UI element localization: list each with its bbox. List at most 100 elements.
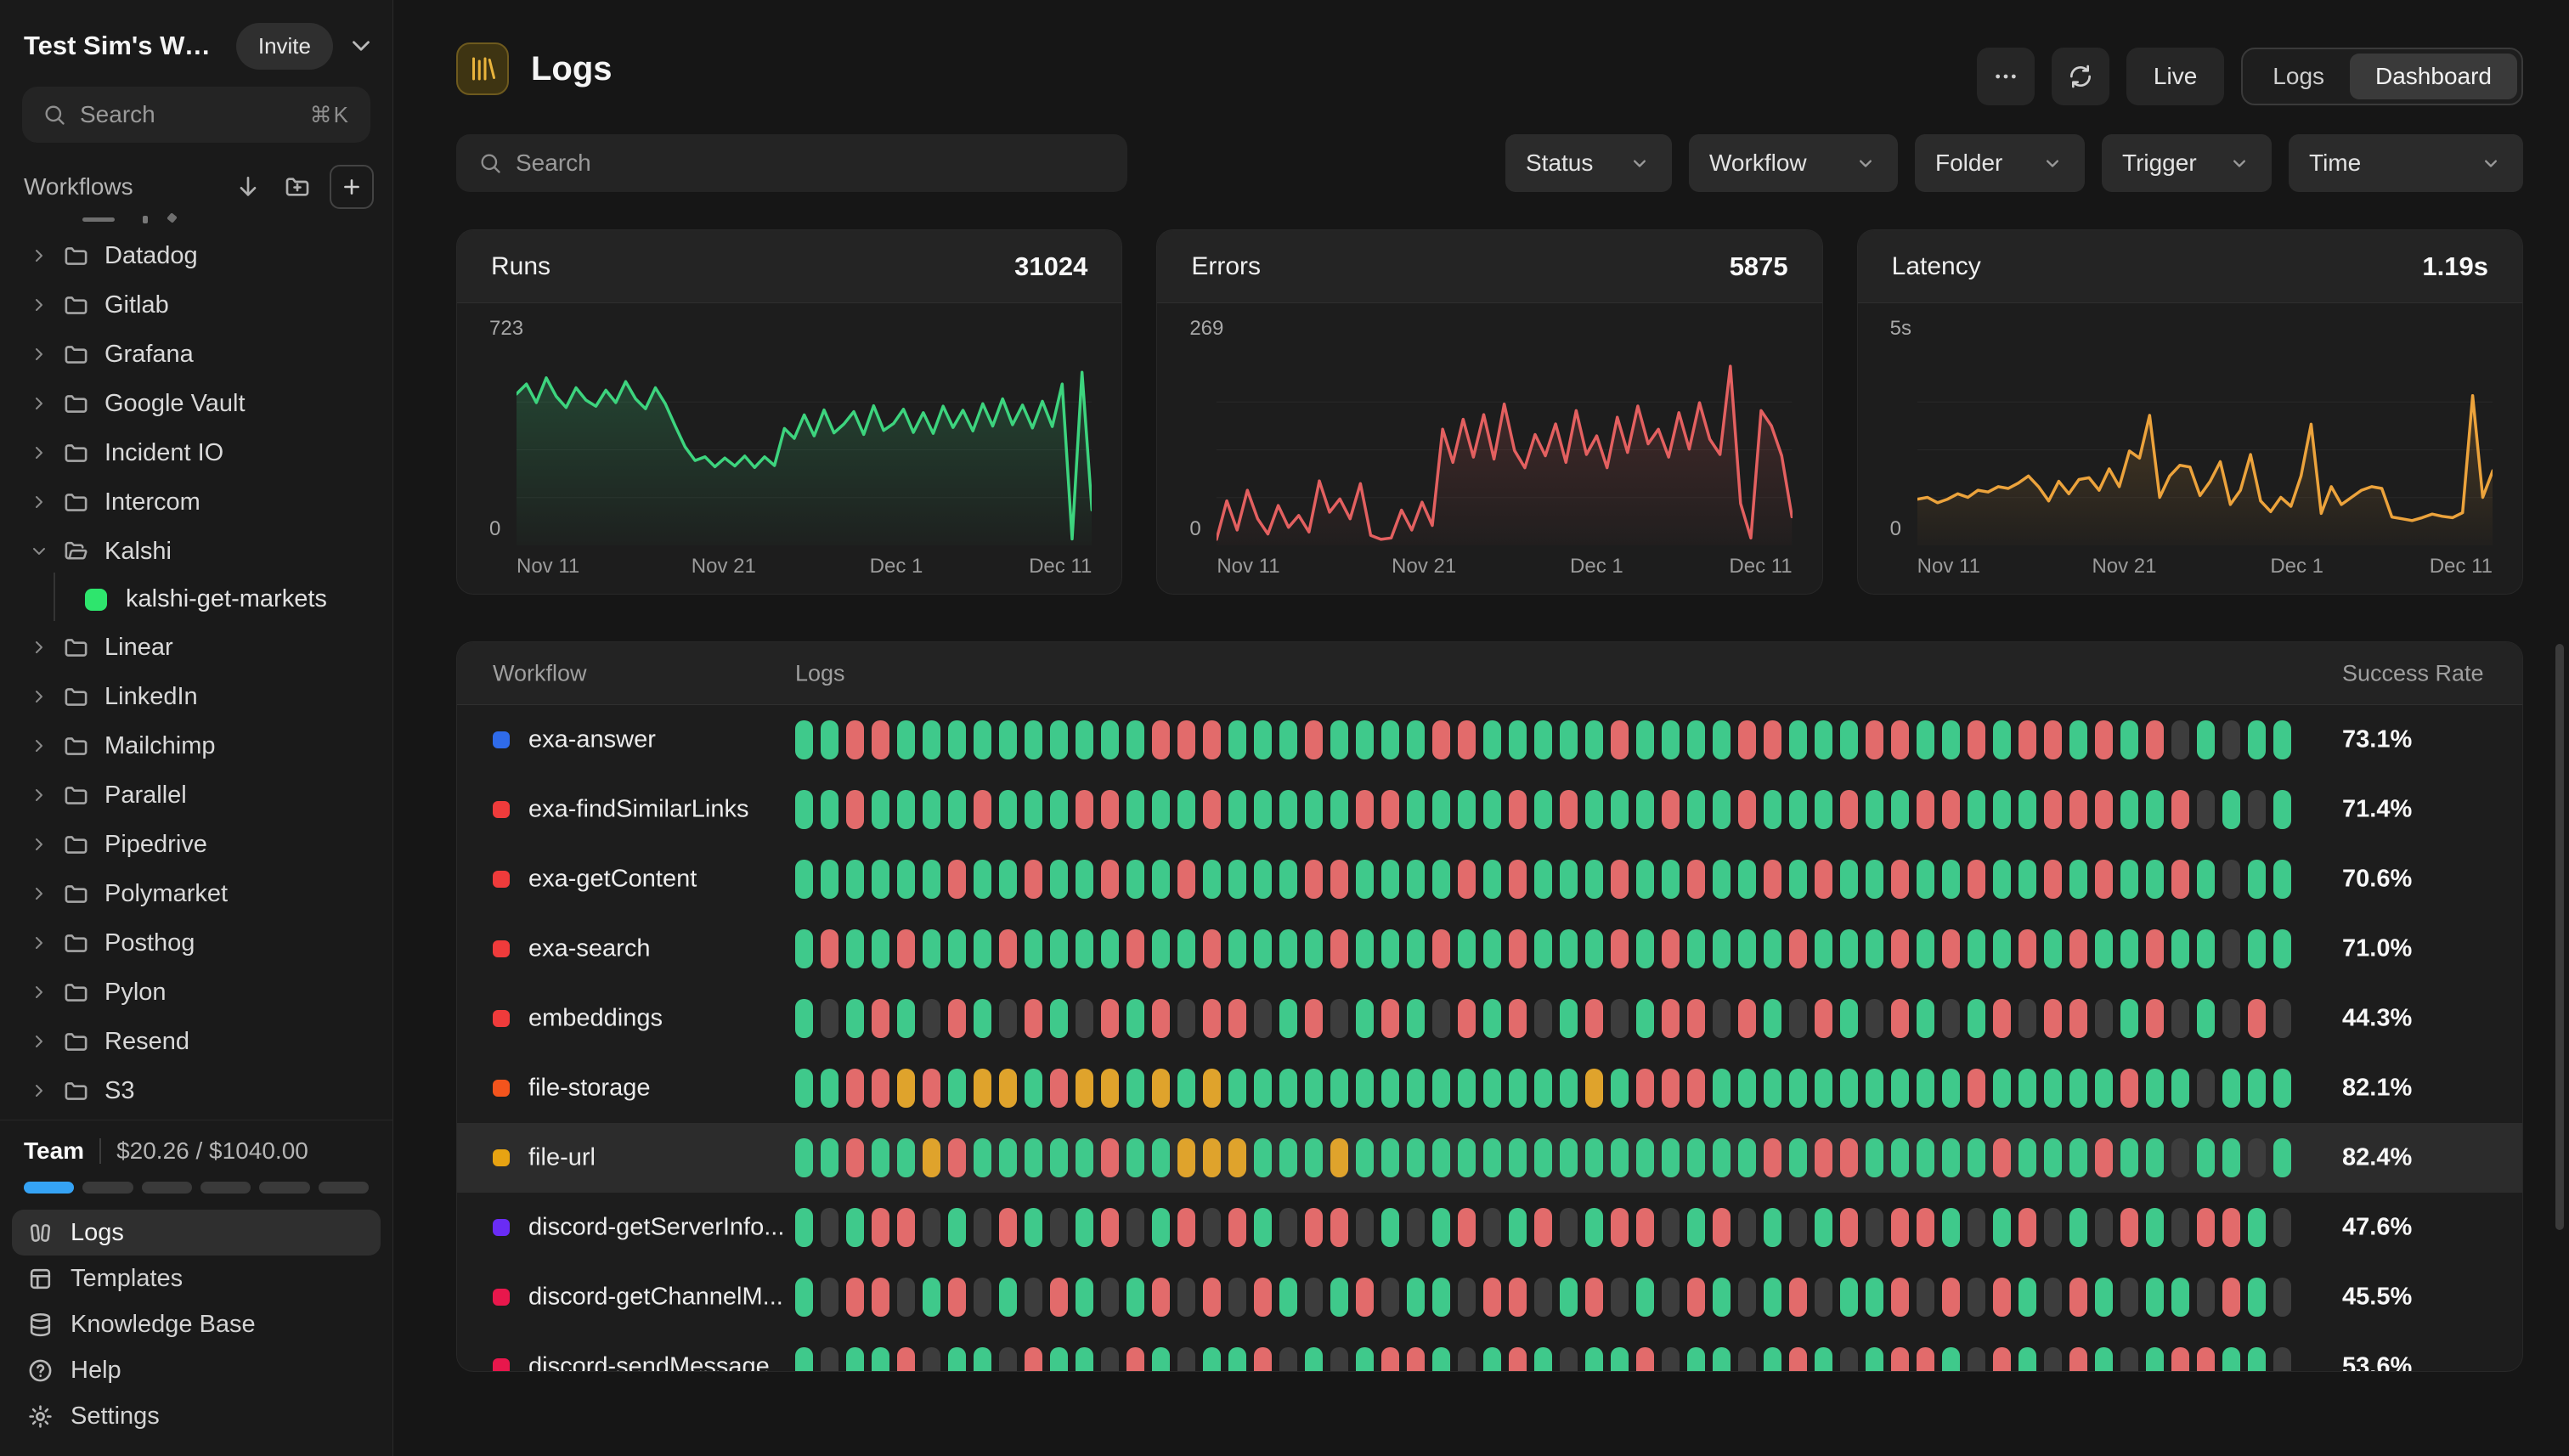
log-capsule-success[interactable] xyxy=(1764,1278,1781,1317)
log-capsule-success[interactable] xyxy=(948,1069,966,1108)
log-capsule-success[interactable] xyxy=(1866,790,1883,829)
log-capsule-error[interactable] xyxy=(2146,999,2164,1038)
table-row-exa-findsimilarlinks[interactable]: exa-findSimilarLinks71.4% xyxy=(457,775,2522,844)
log-capsule-error[interactable] xyxy=(846,790,864,829)
log-capsule-empty[interactable] xyxy=(2044,1278,2062,1317)
log-capsule-error[interactable] xyxy=(821,929,838,968)
log-capsule-empty[interactable] xyxy=(1560,1347,1578,1372)
log-capsule-empty[interactable] xyxy=(1203,1208,1221,1247)
log-capsule-error[interactable] xyxy=(2095,1138,2113,1177)
table-row-discord-sendmessage[interactable]: discord-sendMessage53.6% xyxy=(457,1332,2522,1372)
log-capsule-error[interactable] xyxy=(948,1278,966,1317)
log-capsule-success[interactable] xyxy=(2120,790,2138,829)
log-capsule-error[interactable] xyxy=(2095,720,2113,759)
log-capsule-success[interactable] xyxy=(1126,1069,1144,1108)
log-capsule-success[interactable] xyxy=(1254,860,1272,899)
log-capsule-success[interactable] xyxy=(948,929,966,968)
log-capsule-error[interactable] xyxy=(1815,1138,1832,1177)
log-capsule-error[interactable] xyxy=(846,1278,864,1317)
log-capsule-empty[interactable] xyxy=(1713,999,1731,1038)
log-capsule-success[interactable] xyxy=(1025,1138,1042,1177)
log-capsule-success[interactable] xyxy=(1050,999,1068,1038)
log-capsule-error[interactable] xyxy=(1050,1069,1068,1108)
filter-dropdown-time[interactable]: Time xyxy=(2289,134,2523,192)
log-capsule-success[interactable] xyxy=(1483,1347,1501,1372)
log-capsule-success[interactable] xyxy=(2146,1278,2164,1317)
log-capsule-success[interactable] xyxy=(795,720,813,759)
log-capsule-error[interactable] xyxy=(1891,1208,1909,1247)
log-capsule-empty[interactable] xyxy=(1840,1347,1858,1372)
log-capsule-success[interactable] xyxy=(1560,860,1578,899)
log-capsule-error[interactable] xyxy=(1356,1278,1374,1317)
log-capsule-success[interactable] xyxy=(795,929,813,968)
log-capsule-empty[interactable] xyxy=(1050,1208,1068,1247)
log-capsule-error[interactable] xyxy=(948,860,966,899)
log-capsule-error[interactable] xyxy=(1611,929,1629,968)
sidebar-folder-resend[interactable]: Resend xyxy=(0,1017,392,1066)
log-capsule-empty[interactable] xyxy=(1738,1208,1756,1247)
log-capsule-success[interactable] xyxy=(1713,1347,1731,1372)
log-capsule-error[interactable] xyxy=(1585,1278,1603,1317)
log-capsule-error[interactable] xyxy=(1483,1278,1501,1317)
log-capsule-success[interactable] xyxy=(1458,1138,1476,1177)
log-capsule-success[interactable] xyxy=(1432,1069,1450,1108)
log-capsule-success[interactable] xyxy=(1509,720,1527,759)
log-capsule-success[interactable] xyxy=(1815,1208,1832,1247)
log-capsule-success[interactable] xyxy=(1126,1138,1144,1177)
log-capsule-success[interactable] xyxy=(1534,1069,1552,1108)
log-capsule-error[interactable] xyxy=(2069,929,2087,968)
log-capsule-empty[interactable] xyxy=(1101,1278,1119,1317)
log-capsule-empty[interactable] xyxy=(923,999,940,1038)
log-capsule-error[interactable] xyxy=(1611,720,1629,759)
log-capsule-empty[interactable] xyxy=(2197,1069,2215,1108)
log-capsule-error[interactable] xyxy=(1789,1278,1807,1317)
filter-dropdown-folder[interactable]: Folder xyxy=(1915,134,2085,192)
log-capsule-success[interactable] xyxy=(1279,720,1297,759)
log-capsule-success[interactable] xyxy=(897,860,915,899)
log-capsule-error[interactable] xyxy=(1152,720,1170,759)
log-capsule-success[interactable] xyxy=(1891,790,1909,829)
log-capsule-success[interactable] xyxy=(1305,790,1323,829)
log-capsule-success[interactable] xyxy=(1738,1069,1756,1108)
log-capsule-success[interactable] xyxy=(2248,1278,2266,1317)
log-capsule-success[interactable] xyxy=(1483,1069,1501,1108)
log-capsule-error[interactable] xyxy=(1381,999,1399,1038)
log-capsule-empty[interactable] xyxy=(1866,999,1883,1038)
log-capsule-success[interactable] xyxy=(1152,860,1170,899)
log-capsule-error[interactable] xyxy=(1993,1347,2011,1372)
log-capsule-success[interactable] xyxy=(1713,720,1731,759)
log-capsule-success[interactable] xyxy=(2044,929,2062,968)
log-capsule-error[interactable] xyxy=(1177,720,1195,759)
log-capsule-success[interactable] xyxy=(1177,1069,1195,1108)
log-capsule-error[interactable] xyxy=(1687,860,1705,899)
sidebar-folder-posthog[interactable]: Posthog xyxy=(0,918,392,968)
log-capsule-success[interactable] xyxy=(1713,1278,1731,1317)
log-capsule-error[interactable] xyxy=(1636,1347,1654,1372)
log-capsule-empty[interactable] xyxy=(1228,1278,1246,1317)
log-capsule-success[interactable] xyxy=(1534,1347,1552,1372)
log-capsule-empty[interactable] xyxy=(1330,999,1348,1038)
log-capsule-warning[interactable] xyxy=(1076,1069,1093,1108)
log-capsule-success[interactable] xyxy=(999,1278,1017,1317)
logs-search-input[interactable]: Search xyxy=(456,134,1127,192)
log-capsule-success[interactable] xyxy=(1330,720,1348,759)
log-capsule-success[interactable] xyxy=(846,1347,864,1372)
log-capsule-success[interactable] xyxy=(1942,1347,1960,1372)
log-capsule-error[interactable] xyxy=(2095,790,2113,829)
log-capsule-error[interactable] xyxy=(1942,929,1960,968)
log-capsule-error[interactable] xyxy=(1509,929,1527,968)
log-capsule-error[interactable] xyxy=(1305,1208,1323,1247)
log-capsule-empty[interactable] xyxy=(1815,1278,1832,1317)
log-capsule-error[interactable] xyxy=(1534,1208,1552,1247)
log-capsule-error[interactable] xyxy=(1942,1278,1960,1317)
log-capsule-success[interactable] xyxy=(1407,860,1425,899)
log-capsule-error[interactable] xyxy=(2069,790,2087,829)
log-capsule-success[interactable] xyxy=(923,860,940,899)
log-capsule-error[interactable] xyxy=(1458,1208,1476,1247)
log-capsule-success[interactable] xyxy=(1560,929,1578,968)
log-capsule-success[interactable] xyxy=(1764,999,1781,1038)
log-capsule-empty[interactable] xyxy=(1458,1278,1476,1317)
log-capsule-empty[interactable] xyxy=(1662,1347,1680,1372)
log-capsule-error[interactable] xyxy=(1662,790,1680,829)
log-capsule-success[interactable] xyxy=(2273,1069,2291,1108)
